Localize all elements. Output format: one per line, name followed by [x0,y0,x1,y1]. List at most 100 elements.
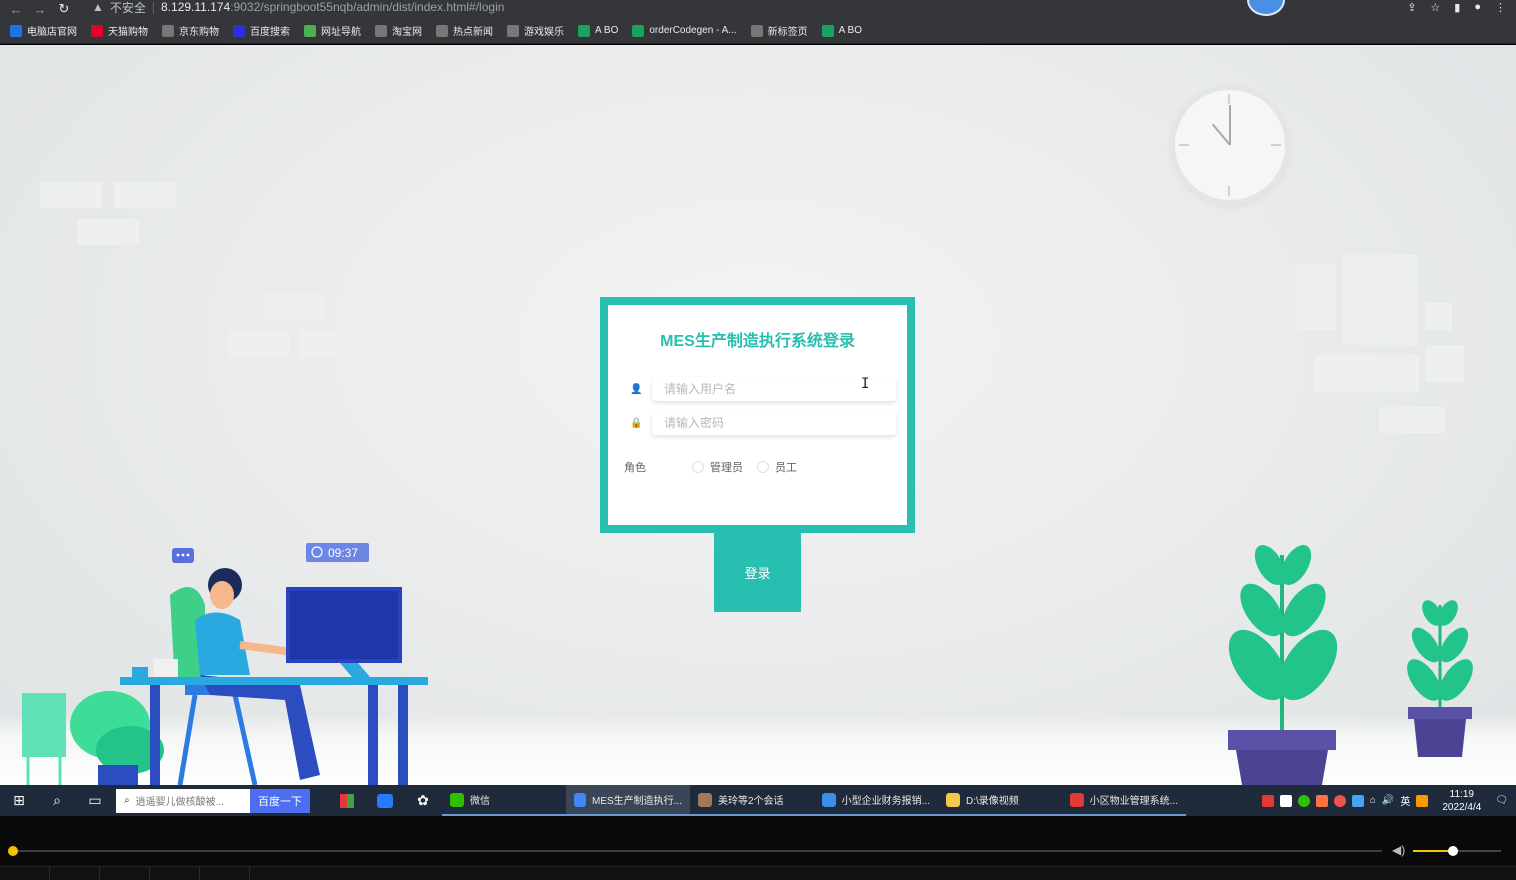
password-input[interactable] [652,411,896,435]
taskbar-app[interactable]: 小型企业财务报销... [814,785,938,816]
wall-frame [1343,255,1417,345]
radio-circle[interactable] [692,461,704,473]
video-player-controls: ◀) [0,816,1516,880]
notification-icon[interactable]: 🗨 [1495,795,1508,806]
bookmark-label: 游戏娱乐 [524,27,564,38]
reload-icon[interactable]: ↻ [52,1,76,17]
volume-icon[interactable]: 🔊 [1382,795,1394,806]
bookmark-item[interactable]: A BO [821,24,862,37]
wall-frame [1315,355,1419,392]
bookmark-favicon-icon [436,24,448,37]
bookmark-favicon-icon [750,24,763,37]
pinned-app-icon[interactable] [328,785,366,816]
lock-icon: 🔒 [630,417,643,429]
bookmark-label: 网址导航 [321,27,361,38]
login-button[interactable]: 登录 [714,533,801,612]
username-input[interactable] [652,377,896,401]
taskbar-app-icon [698,792,712,807]
radio-circle[interactable] [757,461,769,473]
browser-toolbar-right: ⇪ ☆ ▮ ● ⋮ [1407,0,1506,14]
bookmark-item[interactable]: 天猫购物 [91,23,148,38]
taskbar-app-icon [1070,792,1084,807]
profile-avatar-icon[interactable] [1247,0,1285,16]
taskbar-app[interactable]: 微信 [442,785,566,816]
tray-wechat-icon[interactable] [1297,794,1310,807]
browser-address-bar: ← → ↻ ▲ 不安全 | 8.129.11.174 :9032/springb… [0,0,1516,18]
bookmark-label: 电脑店官网 [27,27,77,38]
wall-tile [264,294,326,320]
bookmark-item[interactable]: 热点新闻 [436,23,493,38]
seek-handle[interactable] [8,846,18,856]
account-icon[interactable]: ● [1474,1,1481,13]
volume-icon[interactable]: ◀) [1392,843,1405,857]
wall-frame [1379,407,1445,433]
pinned-player-icon[interactable] [366,785,404,816]
player-bottom-bar [0,866,1516,880]
bookmark-favicon-icon [578,24,590,37]
taskbar-date: 2022/4/4 [1442,801,1482,813]
bookmark-item[interactable]: 百度搜索 [233,23,290,38]
wall-clock-illustration [1170,85,1290,205]
bookmark-label: A BO [595,25,619,36]
taskbar-app-icon [574,792,586,807]
taskbar-app-label: D:\录像视频 [966,796,1019,807]
wall-tile [300,331,362,357]
star-icon[interactable]: ☆ [1430,1,1440,14]
ime-indicator[interactable]: 英 [1400,793,1410,808]
bookmark-item[interactable]: orderCodegen - A... [632,24,737,37]
wall-frame [1426,345,1464,382]
url-field[interactable]: ▲ 不安全 | 8.129.11.174 :9032/springboot55n… [92,0,504,15]
taskbar-app-icon [822,792,836,807]
network-icon[interactable]: ⌂ [1370,795,1376,806]
bookmark-label: 京东购物 [179,27,219,38]
volume-handle[interactable] [1448,846,1458,856]
bookmark-item[interactable]: 淘宝网 [375,23,422,38]
baidu-search-button[interactable]: 百度一下 [250,788,310,813]
menu-icon[interactable]: ⋮ [1495,1,1506,14]
tray-app-icon[interactable] [1333,794,1346,807]
taskbar-app[interactable]: 小区物业管理系统... [1062,785,1186,816]
taskbar-app[interactable]: D:\录像视频 [938,785,1062,816]
taskbar-time: 11:19 [1449,788,1474,800]
login-form: MES生产制造执行系统登录 👤 🔒 角色 管理员 员工 [600,297,915,533]
tray-shield-icon[interactable] [1351,794,1364,807]
username-row: 👤 [630,376,900,402]
seek-bar[interactable] [12,850,1382,852]
bookmark-label: 热点新闻 [453,27,493,38]
tray-app-icon[interactable] [1279,794,1292,807]
taskbar-clock[interactable]: 11:19 2022/4/4 [1442,788,1481,814]
volume-level [1413,850,1453,852]
taskbar-app[interactable]: MES生产制造执行... [566,785,690,816]
office-worker-illustration: 09:37 [22,543,428,785]
bookmark-item[interactable]: A BO [578,24,619,37]
taskbar-search-box[interactable]: ⌕ 逍遥婴儿做核酸被... [116,788,250,813]
role-option-label: 管理员 [710,462,743,474]
search-icon[interactable]: ⌕ [38,785,76,816]
tray-app-icon[interactable] [1416,794,1429,807]
tray-app-icon[interactable] [1315,794,1328,807]
role-radio-staff[interactable]: 员工 [757,459,797,475]
bookmark-item[interactable]: 游戏娱乐 [507,23,564,38]
pinned-settings-icon[interactable]: ✿ [404,785,442,816]
bookmark-label: 天猫购物 [108,27,148,38]
taskbar-app-icon [946,792,960,807]
bookmark-favicon-icon [233,24,245,37]
back-arrow-icon[interactable]: ← [4,2,28,17]
bookmark-item[interactable]: 京东购物 [162,23,219,38]
wall-frame [1296,264,1336,330]
role-radio-admin[interactable]: 管理员 [692,459,743,475]
bookmark-item[interactable]: 新标签页 [750,23,808,38]
task-view-icon[interactable]: ▭ [76,785,114,816]
bookmark-item[interactable]: 电脑店官网 [10,23,77,38]
password-row: 🔒 [630,410,900,436]
windows-start-icon[interactable]: ⊞ [0,785,38,816]
bookmark-favicon-icon [821,24,834,37]
share-icon[interactable]: ⇪ [1407,1,1416,14]
taskbar-app[interactable]: 美玲等2个会话 [690,785,814,816]
sidepanel-icon[interactable]: ▮ [1454,1,1460,14]
bookmark-item[interactable]: 网址导航 [304,23,361,38]
wall-frame [1425,303,1452,330]
wall-tile [77,219,139,245]
tray-app-icon[interactable] [1261,794,1274,807]
forward-arrow-icon[interactable]: → [28,2,52,17]
